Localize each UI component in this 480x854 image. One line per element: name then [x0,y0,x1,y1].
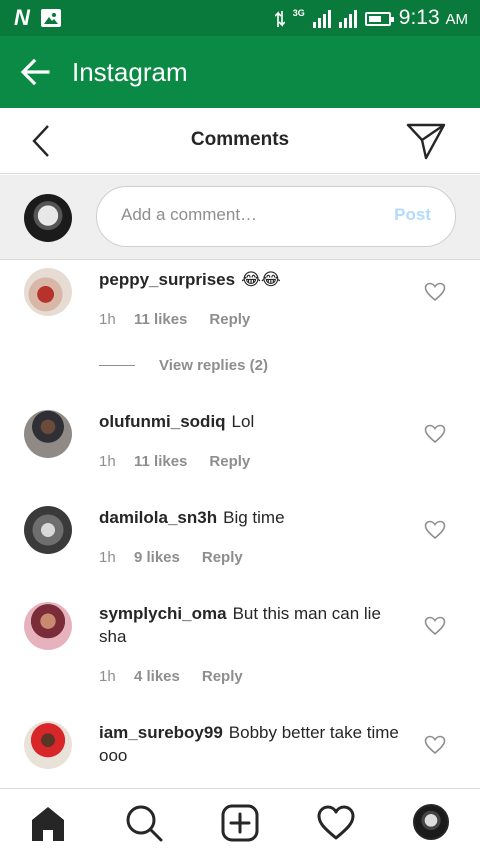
comments-header: Comments [0,108,480,174]
comment-meta: 1h 9 likes Reply [99,549,243,566]
comment-text: olufunmi_sodiq Lol [99,410,399,433]
app-back-arrow-icon[interactable] [20,58,50,86]
app-bar: Instagram [0,36,480,108]
comment-username[interactable]: iam_sureboy99 [99,723,223,742]
like-heart-icon[interactable] [424,616,446,636]
comment-time: 1h [99,453,116,470]
comment-likes[interactable]: 11 likes [134,311,187,328]
view-replies-label: View replies (2) [159,357,268,374]
search-icon[interactable] [124,803,164,843]
send-direct-icon[interactable] [406,122,446,160]
my-avatar [24,194,72,242]
comment-meta: 1h 11 likes Reply [99,311,250,328]
clock: 9:13 AM [398,6,468,29]
post-button[interactable]: Post [394,205,431,225]
view-replies-button[interactable]: View replies (2) [99,357,268,374]
avatar[interactable] [24,721,72,769]
comment-text: symplychi_oma But this man can lie sha [99,602,399,648]
avatar[interactable] [24,268,72,316]
home-icon[interactable] [28,803,68,843]
comment-username[interactable]: peppy_surprises [99,270,235,289]
comment-username[interactable]: symplychi_oma [99,604,227,623]
avatar[interactable] [24,602,72,650]
comment-likes[interactable]: 9 likes [134,549,180,566]
comment-likes[interactable]: 4 likes [134,668,180,685]
comment-meta: 1h 4 likes Reply [99,668,243,685]
reply-button[interactable]: Reply [202,668,243,685]
image-notification-icon [40,9,61,27]
bottom-nav [0,788,480,854]
comment-meta: 1h 11 likes Reply [99,453,250,470]
signal-icon-2 [338,10,357,28]
like-heart-icon[interactable] [424,520,446,540]
comment-username[interactable]: olufunmi_sodiq [99,412,226,431]
app-notification-icon: N [14,5,30,30]
reply-button[interactable]: Reply [202,549,243,566]
view-replies-line [99,365,135,366]
comment-time: 1h [99,311,116,328]
comments-list[interactable]: peppy_surprises 😂😂 1h 11 likes Reply View… [0,261,480,788]
battery-icon [364,12,394,26]
comment-text: peppy_surprises 😂😂 [99,268,399,291]
reply-button[interactable]: Reply [209,311,250,328]
comment-time: 1h [99,549,116,566]
avatar[interactable] [24,506,72,554]
like-heart-icon[interactable] [424,282,446,302]
comment-body: 😂😂 [241,270,281,289]
comment-likes[interactable]: 11 likes [134,453,187,470]
avatar[interactable] [24,410,72,458]
data-transfer-icon [274,11,285,27]
comment-body: Big time [223,508,285,527]
comment-text: iam_sureboy99 Bobby better take time ooo [99,721,399,767]
comment-box: Post [96,186,456,247]
profile-avatar[interactable] [413,804,449,840]
status-bar: N 3G 9:13 AM [0,0,480,36]
activity-heart-icon[interactable] [316,803,356,843]
comment-body: Lol [231,412,255,431]
comment-text: damilola_sn3h Big time [99,506,399,529]
add-post-icon[interactable] [220,803,260,843]
comment-input[interactable] [121,205,371,225]
add-comment-bar: Post [0,175,480,260]
like-heart-icon[interactable] [424,735,446,755]
reply-button[interactable]: Reply [209,453,250,470]
comment-username[interactable]: damilola_sn3h [99,508,217,527]
app-title: Instagram [72,57,188,87]
comment-time: 1h [99,668,116,685]
signal-icon [312,10,331,28]
like-heart-icon[interactable] [424,424,446,444]
network-type-label: 3G [292,8,305,18]
